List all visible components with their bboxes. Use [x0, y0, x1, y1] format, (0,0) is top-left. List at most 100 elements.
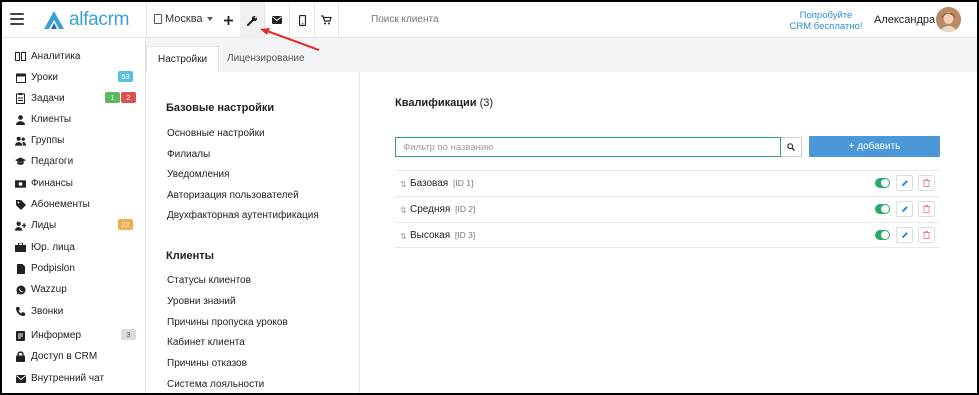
sidebar-item-crm-access[interactable]: Доступ в CRM	[2, 346, 145, 367]
plus-icon	[223, 15, 233, 25]
drag-handle-icon[interactable]: ⇅	[400, 180, 407, 189]
whatsapp-icon	[15, 285, 26, 295]
drag-handle-icon[interactable]: ⇅	[400, 206, 407, 215]
sidebar-item-label: Звонки	[31, 306, 64, 317]
avatar-image	[936, 7, 961, 32]
sidebar-item-label: Клиенты	[31, 114, 72, 125]
phone-icon	[298, 14, 306, 26]
header-divider	[146, 2, 147, 38]
qualification-name: Средняя [ID 2]	[410, 204, 475, 215]
tag-icon	[15, 199, 26, 210]
sidebar-item-label: Лиды	[31, 220, 57, 231]
settings-menu: Базовые настройки Основные настройки Фил…	[146, 72, 360, 393]
edit-button[interactable]	[896, 201, 913, 217]
chat-icon	[15, 374, 26, 384]
sidebar-item-informer[interactable]: Информер 3	[2, 325, 145, 346]
table-row: ⇅ Базовая [ID 1]	[395, 170, 940, 196]
logo-text: alfacrm	[69, 9, 130, 30]
calendar-icon	[15, 73, 26, 83]
tasks-overdue-badge: 2	[121, 92, 136, 103]
sidebar-item-legal-entities[interactable]: Юр. лица	[2, 237, 145, 258]
sidebar-item-groups[interactable]: Группы	[2, 130, 145, 151]
qualification-title: Базовая	[410, 178, 449, 189]
leads-count-badge: 22	[118, 219, 133, 230]
client-search-input[interactable]	[371, 14, 671, 25]
sidebar-item-lessons[interactable]: Уроки 53	[2, 67, 145, 88]
section-heading-clients: Клиенты	[166, 250, 215, 262]
delete-button[interactable]	[918, 227, 935, 243]
qualifications-panel: Квалификации (3) + добавить ⇅ Базовая [I…	[360, 72, 977, 393]
qualification-id: [ID 1]	[453, 178, 474, 188]
filter-search-button[interactable]	[781, 137, 802, 157]
app-window: alfacrm Москва Попробуйте CRM	[0, 0, 979, 395]
table-row: ⇅ Высокая [ID 3]	[395, 222, 940, 248]
trash-icon	[923, 231, 930, 239]
menu-link-knowledge-levels[interactable]: Уровни знаний	[167, 296, 236, 307]
qualification-title: Высокая	[410, 230, 451, 241]
sidebar-item-label: Аналитика	[31, 51, 81, 62]
tab-settings[interactable]: Настройки	[146, 46, 220, 72]
menu-link-rejection-reasons[interactable]: Причины отказов	[167, 358, 247, 369]
sidebar-item-internal-chat[interactable]: Внутренний чат	[2, 368, 145, 389]
tasks-open-badge: 1	[105, 92, 120, 103]
sidebar-item-tasks[interactable]: Задачи 1 2	[2, 88, 145, 109]
menu-link-loyalty-system[interactable]: Система лояльности	[167, 379, 264, 390]
filter-by-name-input[interactable]	[395, 137, 781, 157]
sidebar-item-label: Уроки	[31, 72, 58, 83]
menu-link-client-cabinet[interactable]: Кабинет клиента	[167, 337, 245, 348]
logo[interactable]: alfacrm	[43, 8, 130, 32]
sidebar-item-subscriptions[interactable]: Абонементы	[2, 194, 145, 215]
active-toggle[interactable]	[875, 204, 890, 214]
sidebar-item-clients[interactable]: Клиенты	[2, 109, 145, 130]
menu-link-notifications[interactable]: Уведомления	[167, 169, 230, 180]
edit-button[interactable]	[896, 227, 913, 243]
annotation-arrow	[260, 28, 320, 51]
analytics-icon	[15, 52, 26, 62]
logo-mark-icon	[44, 11, 64, 29]
active-toggle[interactable]	[875, 230, 890, 240]
add-button[interactable]	[216, 2, 240, 38]
lessons-count-badge: 53	[118, 71, 133, 82]
user-name[interactable]: Александра	[874, 14, 935, 26]
sidebar-item-label: Юр. лица	[31, 242, 75, 253]
sidebar-item-analytics[interactable]: Аналитика	[2, 46, 145, 67]
trash-icon	[923, 205, 930, 213]
menu-link-client-statuses[interactable]: Статусы клиентов	[167, 275, 251, 286]
sidebar-item-finance[interactable]: Финансы	[2, 173, 145, 194]
sidebar-item-podpislon[interactable]: Podpislon	[2, 258, 145, 279]
sidebar-item-label: Группы	[31, 135, 65, 146]
search-icon	[787, 143, 795, 151]
tasks-icon	[15, 93, 26, 104]
menu-link-branches[interactable]: Филиалы	[167, 149, 210, 160]
pencil-icon	[901, 180, 908, 186]
menu-link-user-auth[interactable]: Авторизация пользователей	[167, 190, 299, 201]
user-icon	[15, 114, 26, 125]
qualification-name: Высокая [ID 3]	[410, 230, 475, 241]
active-toggle[interactable]	[875, 178, 890, 188]
promo-line-1: Попробуйте	[799, 10, 853, 21]
city-selector[interactable]: Москва	[154, 13, 213, 25]
avatar[interactable]	[936, 7, 961, 32]
trial-promo-link[interactable]: Попробуйте CRM бесплатно!	[786, 10, 866, 32]
trash-icon	[923, 179, 930, 187]
qualifications-count: (3)	[479, 97, 494, 109]
top-header: alfacrm Москва Попробуйте CRM	[2, 2, 977, 38]
delete-button[interactable]	[918, 201, 935, 217]
sidebar-item-label: Задачи	[31, 93, 65, 104]
sidebar-item-calls[interactable]: Звонки	[2, 301, 145, 322]
sidebar-item-wazzup[interactable]: Wazzup	[2, 279, 145, 300]
sidebar-item-leads[interactable]: Лиды 22	[2, 215, 145, 236]
add-qualification-button[interactable]: + добавить	[809, 136, 940, 157]
drag-handle-icon[interactable]: ⇅	[400, 232, 407, 241]
sidebar-item-label: Педагоги	[31, 156, 74, 167]
menu-icon[interactable]	[10, 13, 24, 25]
menu-link-main-settings[interactable]: Основные настройки	[167, 128, 265, 139]
menu-link-absence-reasons[interactable]: Причины пропуска уроков	[167, 317, 288, 328]
edit-button[interactable]	[896, 175, 913, 191]
menu-link-2fa[interactable]: Двухфакторная аутентификация	[167, 210, 319, 221]
sidebar-item-teachers[interactable]: Педагоги	[2, 151, 145, 172]
delete-button[interactable]	[918, 175, 935, 191]
pencil-icon	[901, 206, 908, 212]
sidebar-item-label: Доступ в CRM	[31, 351, 98, 362]
qualification-id: [ID 3]	[454, 230, 476, 240]
